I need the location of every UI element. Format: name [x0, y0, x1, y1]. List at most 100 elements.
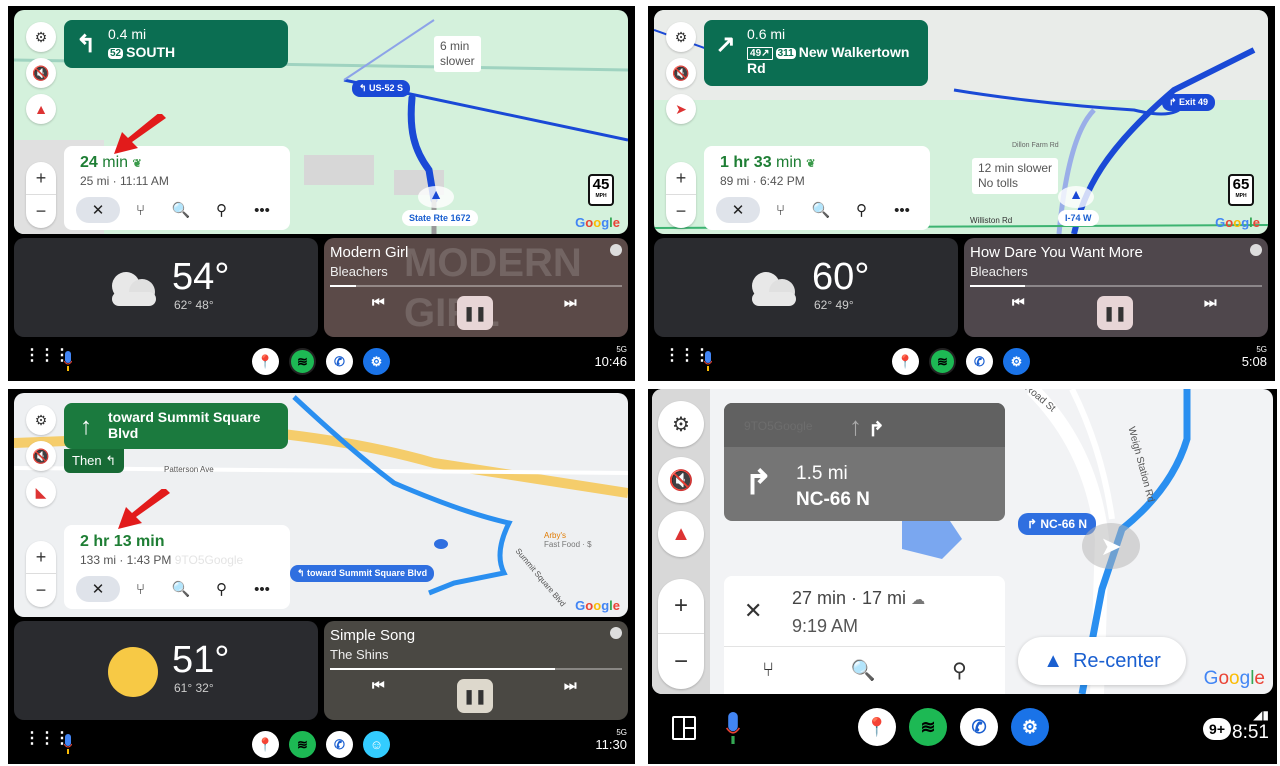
- mute-button[interactable]: 🔇: [666, 58, 696, 88]
- mic-icon[interactable]: [64, 734, 72, 754]
- turn-card[interactable]: ↰ 0.4 mi 52 SOUTH: [64, 20, 288, 68]
- compass-button[interactable]: ➤: [666, 94, 696, 124]
- zoom-in-button[interactable]: +: [666, 162, 696, 195]
- alt-route-callout[interactable]: 6 min slower: [434, 36, 481, 72]
- turn-card[interactable]: ↗ 0.6 mi 49↗ 311 New Walkertown Rd: [704, 20, 928, 86]
- spotify-app-icon[interactable]: ≋: [289, 731, 316, 758]
- add-stop-button[interactable]: ⚲: [202, 576, 242, 602]
- media-card[interactable]: MODERN GIRLBLEACHERS Modern Girl Bleache…: [324, 238, 628, 337]
- mic-icon[interactable]: [704, 351, 712, 371]
- zoom-in-button[interactable]: +: [26, 541, 56, 574]
- compass-button[interactable]: ◣: [26, 477, 56, 507]
- settings-app-icon[interactable]: ⚙: [363, 348, 390, 375]
- mic-icon[interactable]: [64, 351, 72, 371]
- eta-card[interactable]: 2 hr 13 min 133 mi · 1:43 PM 9TO5Google …: [64, 525, 290, 609]
- zoom-out-button[interactable]: −: [666, 195, 696, 228]
- progress-bar[interactable]: [330, 285, 622, 287]
- pause-button[interactable]: ❚❚: [457, 296, 493, 330]
- close-nav-button[interactable]: ✕: [76, 197, 120, 223]
- map-view[interactable]: ⚙ 🔇 ◣ + − ↑ toward Summit Square Blvd Th…: [14, 393, 628, 617]
- zoom-out-button[interactable]: −: [658, 634, 704, 689]
- phone-app-icon[interactable]: ✆: [326, 731, 353, 758]
- eta-card[interactable]: 24 min ❦ 25 mi · 11:11 AM ✕ ⑂ 🔍 ⚲ •••: [64, 146, 290, 230]
- next-button[interactable]: ⏭: [564, 677, 577, 694]
- settings-button[interactable]: ⚙: [26, 22, 56, 52]
- compass-button[interactable]: ▲: [26, 94, 56, 124]
- settings-app-icon[interactable]: ⚙: [1011, 708, 1049, 746]
- settings-button[interactable]: ⚙: [658, 401, 704, 447]
- alt-routes-button[interactable]: ⑂: [762, 659, 774, 682]
- phone-app-icon[interactable]: ✆: [960, 708, 998, 746]
- weather-card[interactable]: 51° 61° 32°: [14, 621, 318, 720]
- previous-button[interactable]: ⏮: [372, 294, 385, 311]
- turn-card[interactable]: ↑ toward Summit Square Blvd: [64, 403, 288, 449]
- dashboard-icon[interactable]: [672, 716, 696, 740]
- mic-icon[interactable]: [726, 712, 740, 744]
- settings-button[interactable]: ⚙: [26, 405, 56, 435]
- mute-button[interactable]: 🔇: [26, 441, 56, 471]
- app-launcher-icon[interactable]: ⋮⋮⋮: [664, 348, 710, 364]
- maps-app-icon[interactable]: 📍: [892, 348, 919, 375]
- close-nav-button[interactable]: ✕: [744, 598, 762, 624]
- mute-button[interactable]: 🔇: [26, 58, 56, 88]
- pause-button[interactable]: ❚❚: [1097, 296, 1133, 330]
- cloud-off-icon: ☁: [911, 591, 926, 607]
- progress-bar[interactable]: [970, 285, 1262, 287]
- notification-badge[interactable]: 9+: [1203, 718, 1231, 740]
- alt-routes-button[interactable]: ⑂: [761, 197, 801, 223]
- add-stop-button[interactable]: ⚲: [952, 658, 967, 683]
- spotify-app-icon[interactable]: ≋: [289, 348, 316, 375]
- turn-left-icon: ↰: [75, 30, 97, 58]
- compass-button[interactable]: ▲: [658, 511, 704, 557]
- previous-button[interactable]: ⏮: [1012, 294, 1025, 311]
- spotify-app-icon[interactable]: ≋: [909, 708, 947, 746]
- progress-bar[interactable]: [330, 668, 622, 670]
- close-nav-button[interactable]: ✕: [716, 197, 760, 223]
- settings-app-icon[interactable]: ⚙: [1003, 348, 1030, 375]
- zoom-in-button[interactable]: +: [26, 162, 56, 195]
- zoom-in-button[interactable]: +: [658, 579, 704, 634]
- settings-button[interactable]: ⚙: [666, 22, 696, 52]
- more-button[interactable]: •••: [242, 576, 282, 602]
- map-view[interactable]: ⚙ 🔇 ▲ + − 9TO5Google ↑ ↱ ↱ 1.5 mi NC-66 …: [652, 389, 1273, 694]
- maps-app-icon[interactable]: 📍: [252, 348, 279, 375]
- next-button[interactable]: ⏭: [1204, 294, 1217, 311]
- search-button[interactable]: 🔍: [161, 576, 201, 602]
- then-turn-card[interactable]: Then ↰: [64, 449, 125, 473]
- search-button[interactable]: 🔍: [851, 658, 876, 683]
- phone-app-icon[interactable]: ✆: [966, 348, 993, 375]
- zoom-out-button[interactable]: −: [26, 574, 56, 607]
- zoom-out-button[interactable]: −: [26, 195, 56, 228]
- alt-routes-button[interactable]: ⑂: [121, 576, 161, 602]
- more-button[interactable]: •••: [882, 197, 922, 223]
- spotify-app-icon[interactable]: ≋: [929, 348, 956, 375]
- add-stop-button[interactable]: ⚲: [842, 197, 882, 223]
- more-button[interactable]: •••: [242, 197, 282, 223]
- previous-button[interactable]: ⏮: [372, 677, 385, 694]
- app-launcher-icon[interactable]: ⋮⋮⋮: [24, 348, 70, 364]
- next-button[interactable]: ⏭: [564, 294, 577, 311]
- media-card[interactable]: Simple Song The Shins ⏮ ❚❚ ⏭: [324, 621, 628, 720]
- maps-app-icon[interactable]: 📍: [858, 708, 896, 746]
- close-nav-button[interactable]: ✕: [76, 576, 120, 602]
- alt-routes-button[interactable]: ⑂: [121, 197, 161, 223]
- weather-card[interactable]: 60° 62° 49°: [654, 238, 958, 337]
- recenter-button[interactable]: ▲ Re-center: [1018, 637, 1186, 685]
- add-stop-button[interactable]: ⚲: [202, 197, 242, 223]
- eta-card[interactable]: ✕ 27 min · 17 mi ☁ 9:19 AM ⑂ 🔍 ⚲: [724, 576, 1005, 694]
- eta-card[interactable]: 1 hr 33 min ❦ 89 mi · 6:42 PM ✕ ⑂ 🔍 ⚲ ••…: [704, 146, 930, 230]
- weather-card[interactable]: 54° 62° 48°: [14, 238, 318, 337]
- maps-app-icon[interactable]: 📍: [252, 731, 279, 758]
- alt-route-callout[interactable]: 12 min slower No tolls: [972, 158, 1059, 194]
- media-card[interactable]: How Dare You Want More Bleachers ⏮ ❚❚ ⏭: [964, 238, 1268, 337]
- phone-app-icon[interactable]: ✆: [326, 348, 353, 375]
- mute-button[interactable]: 🔇: [658, 457, 704, 503]
- pause-button[interactable]: ❚❚: [457, 679, 493, 713]
- waze-app-icon[interactable]: ☺: [363, 731, 390, 758]
- turn-card[interactable]: 9TO5Google ↑ ↱ ↱ 1.5 mi NC-66 N: [724, 403, 1005, 521]
- search-button[interactable]: 🔍: [801, 197, 841, 223]
- map-view[interactable]: ⚙ 🔇 ➤ + − ↗ 0.6 mi 49↗ 311 New Walkertown …: [654, 10, 1268, 234]
- app-launcher-icon[interactable]: ⋮⋮⋮: [24, 731, 70, 747]
- map-view[interactable]: ⚙ 🔇 ▲ + − ↰ 0.4 mi 52 SOUTH 6 min slower …: [14, 10, 628, 234]
- search-button[interactable]: 🔍: [161, 197, 201, 223]
